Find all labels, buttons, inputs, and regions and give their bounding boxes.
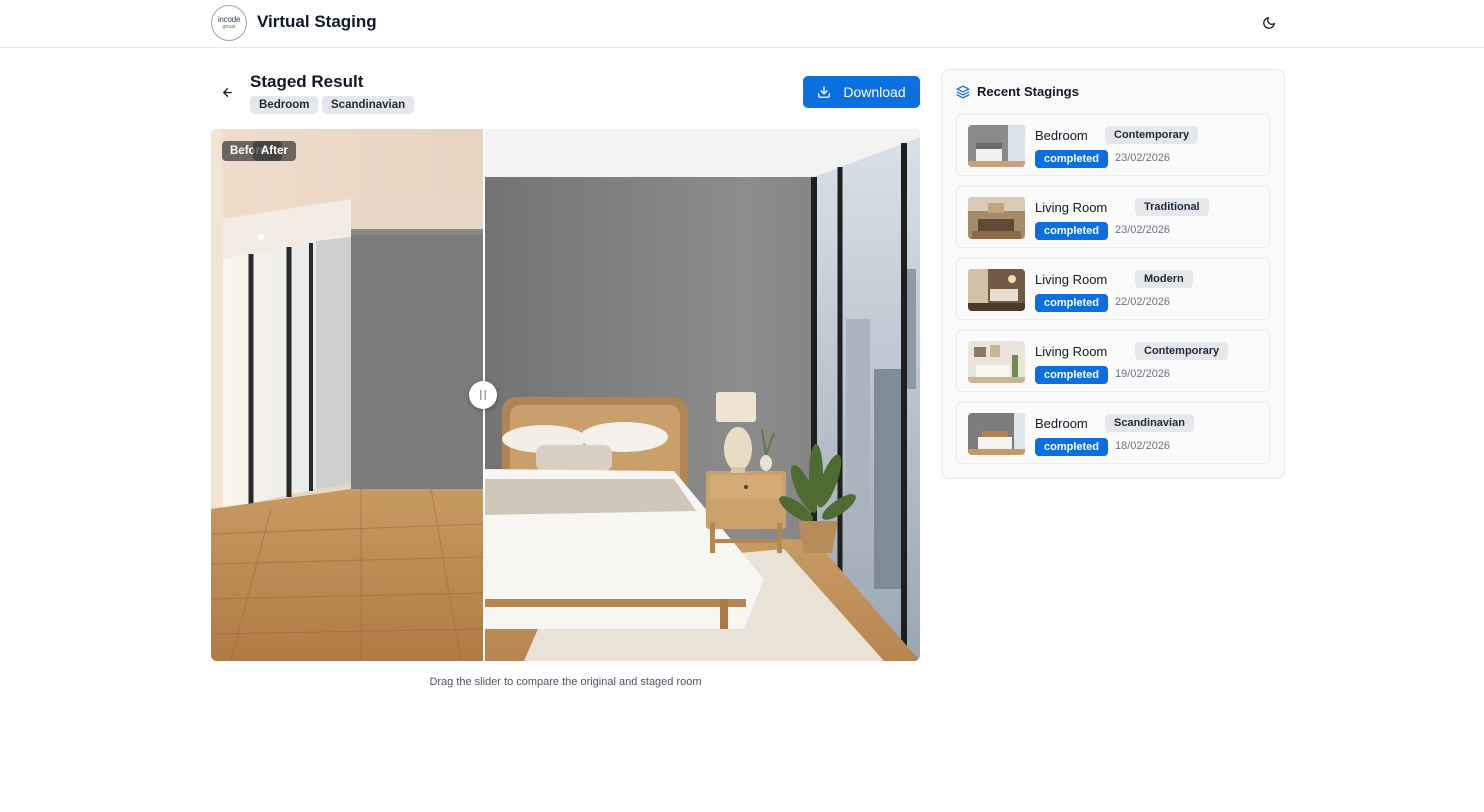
download-icon	[818, 86, 831, 98]
staging-room: Bedroom	[1035, 416, 1088, 431]
staging-thumbnail	[968, 125, 1025, 167]
slider-hint: Drag the slider to compare the original …	[429, 676, 702, 688]
staging-thumbnail	[968, 413, 1025, 455]
logo-text: incode	[217, 15, 241, 24]
status-badge: completed	[1035, 150, 1109, 168]
back-button[interactable]	[217, 82, 237, 102]
slider-handle[interactable]	[469, 381, 497, 409]
download-button[interactable]: Download	[803, 76, 920, 108]
staging-thumbnail	[968, 197, 1025, 239]
page-title: Staged Result	[250, 72, 364, 91]
download-label: Download	[843, 84, 906, 100]
status-badge: completed	[1035, 222, 1109, 240]
staging-room: Living Room	[1035, 344, 1108, 359]
staging-style-tag: Scandinavian	[1105, 414, 1194, 432]
staging-thumbnail	[968, 341, 1025, 383]
staging-item[interactable]: Bedroom Scandinavian completed 18/02/202…	[956, 402, 1270, 464]
grip-icon	[480, 390, 486, 400]
staging-room: Living Room	[1035, 200, 1108, 215]
app-header: incode group Virtual Staging	[0, 0, 1484, 48]
staging-item[interactable]: Living Room Contemporary completed 19/02…	[956, 330, 1270, 392]
after-image	[484, 129, 920, 661]
status-badge: completed	[1035, 294, 1109, 312]
arrow-left-icon	[222, 87, 232, 97]
staging-style-tag: Modern	[1135, 270, 1193, 288]
staging-date: 22/02/2026	[1115, 296, 1171, 308]
recent-stagings-panel: Recent Stagings Bedroom Contemporary com…	[941, 69, 1285, 479]
layers-icon	[956, 85, 970, 98]
room-type-tag: Bedroom	[250, 96, 319, 114]
staging-room: Bedroom	[1035, 128, 1088, 143]
staging-room: Living Room	[1035, 272, 1108, 287]
company-logo[interactable]: incode group	[211, 5, 247, 41]
staging-item[interactable]: Bedroom Contemporary completed 23/02/202…	[956, 114, 1270, 176]
staging-date: 23/02/2026	[1115, 224, 1171, 236]
before-after-comparison[interactable]: Before After	[211, 129, 920, 661]
staging-style-tag: Traditional	[1135, 198, 1209, 216]
before-image	[211, 129, 484, 661]
app-title: Virtual Staging	[257, 12, 377, 31]
staging-date: 23/02/2026	[1115, 152, 1171, 164]
panel-header: Recent Stagings	[956, 84, 1079, 99]
staging-item[interactable]: Living Room Traditional completed 23/02/…	[956, 186, 1270, 248]
staging-style-tag: Contemporary	[1105, 126, 1199, 144]
panel-title: Recent Stagings	[977, 84, 1079, 99]
logo-subtext: group	[222, 24, 236, 30]
staging-style-tag: Contemporary	[1135, 342, 1229, 360]
status-badge: completed	[1035, 366, 1109, 384]
style-tag: Scandinavian	[322, 96, 415, 114]
after-label: After	[253, 141, 296, 161]
staging-date: 19/02/2026	[1115, 368, 1171, 380]
staging-date: 18/02/2026	[1115, 440, 1171, 452]
theme-toggle-button[interactable]	[1258, 12, 1280, 34]
moon-icon	[1263, 17, 1275, 29]
staging-thumbnail	[968, 269, 1025, 311]
staging-item[interactable]: Living Room Modern completed 22/02/2026	[956, 258, 1270, 320]
status-badge: completed	[1035, 438, 1109, 456]
